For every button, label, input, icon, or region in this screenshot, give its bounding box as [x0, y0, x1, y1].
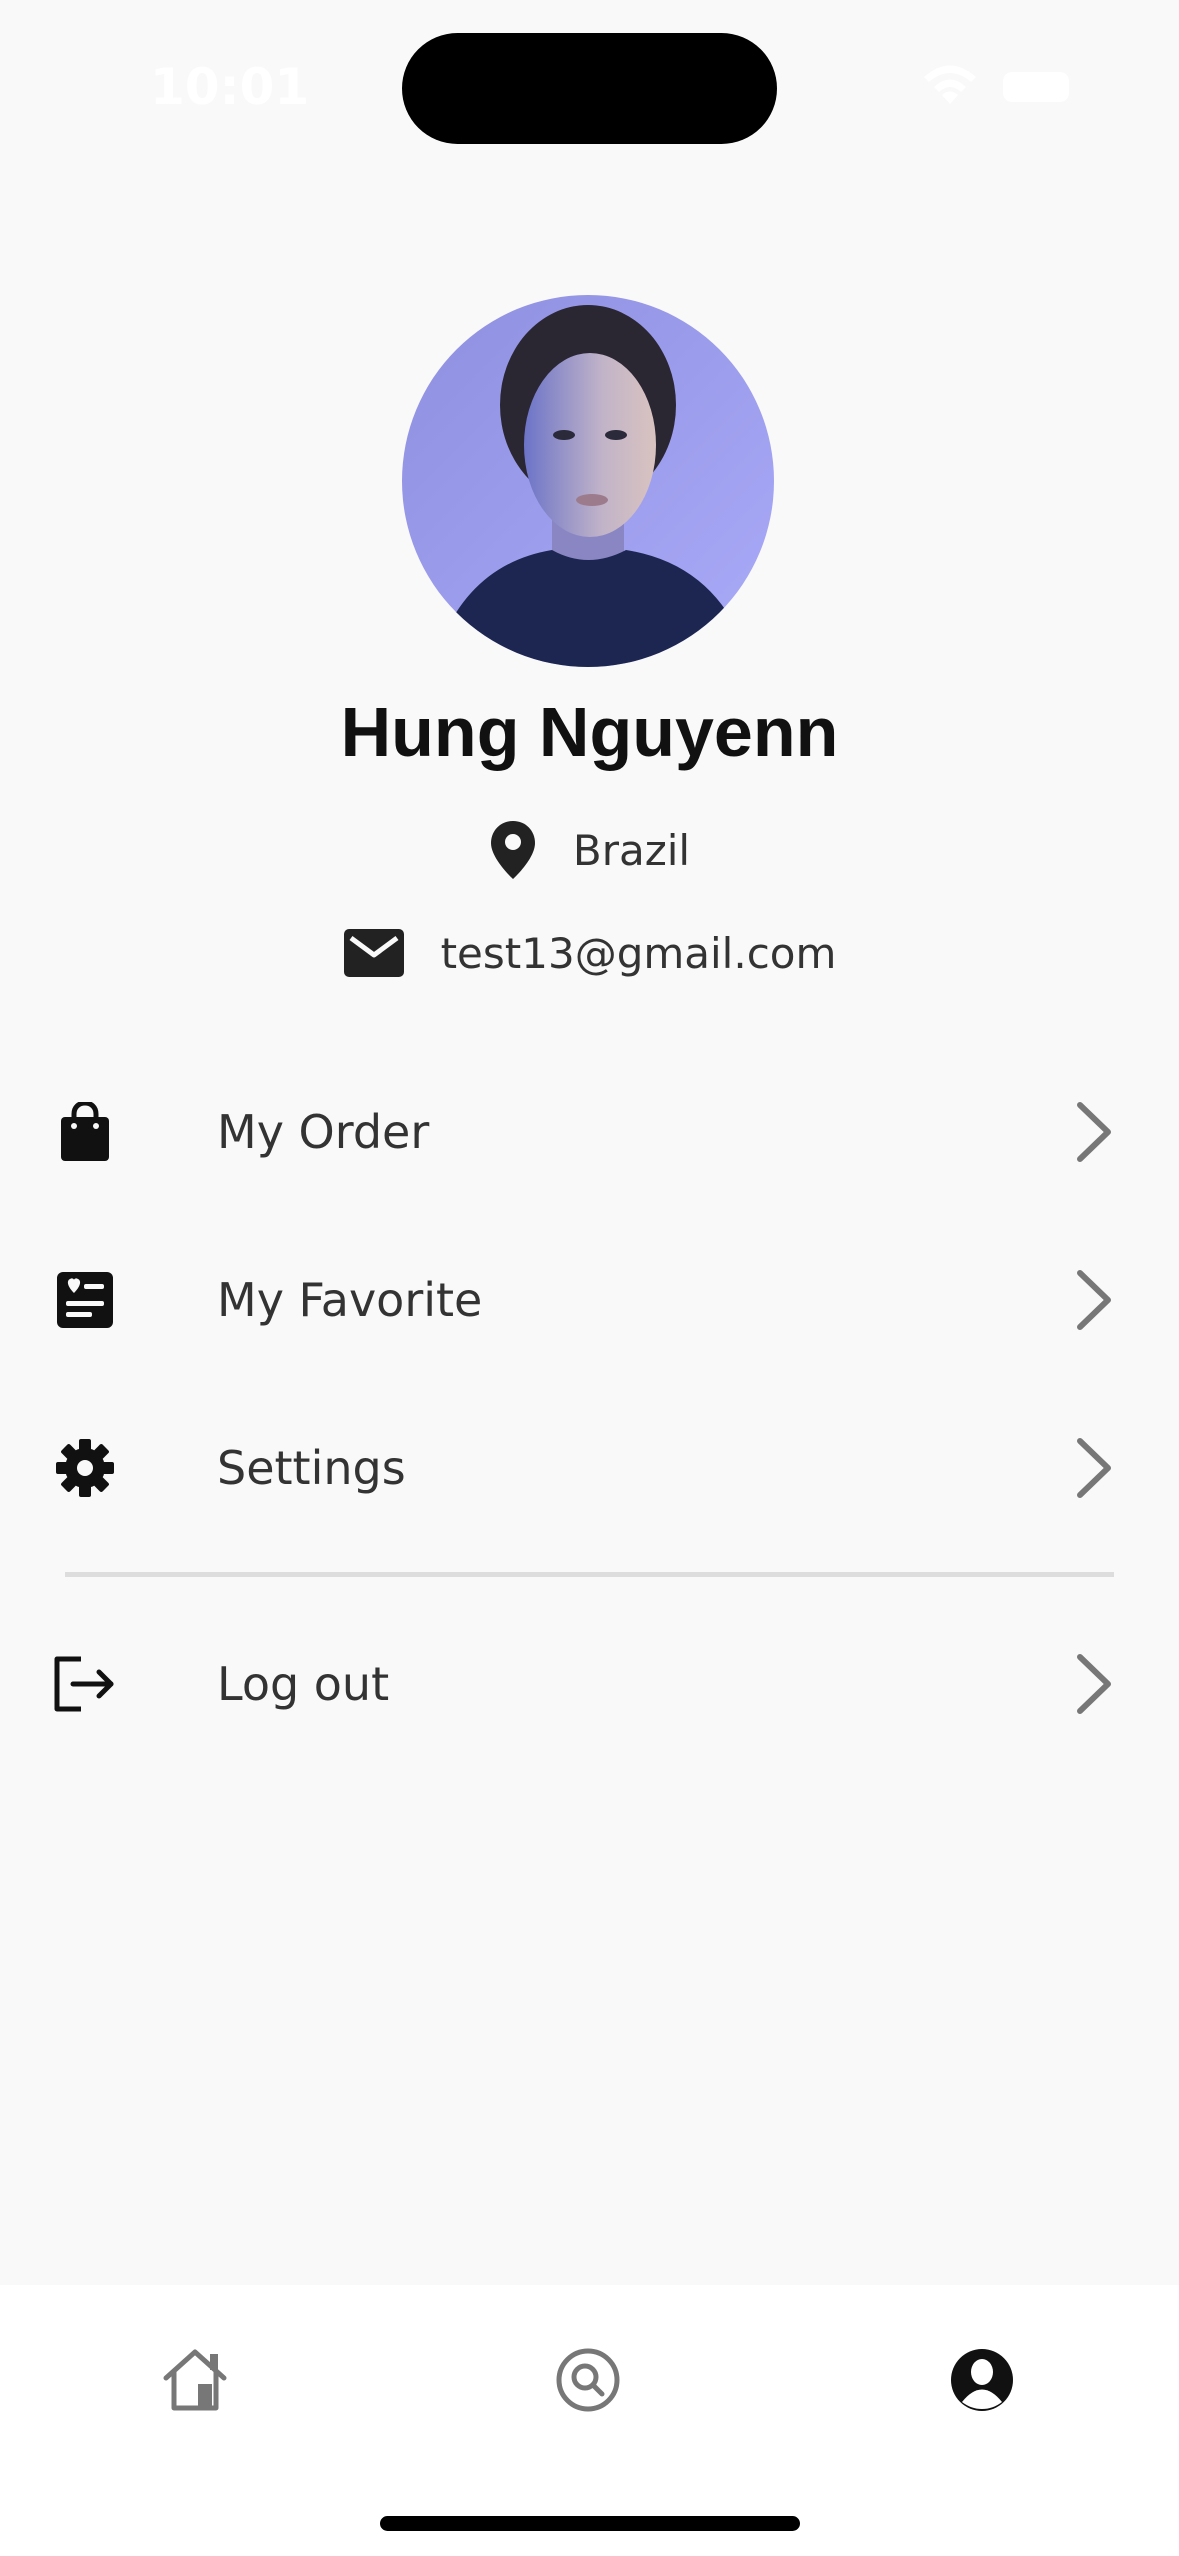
profile-icon [951, 2349, 1013, 2411]
chevron-right-icon [1077, 1438, 1111, 1498]
dynamic-island [402, 33, 777, 144]
tab-search[interactable] [548, 2340, 628, 2420]
shopping-bag-icon [50, 1097, 120, 1167]
menu-item-my-order[interactable]: My Order [0, 1062, 1179, 1202]
status-bar: 10:01 [0, 0, 1179, 170]
menu-label-settings: Settings [217, 1441, 406, 1495]
user-name: Hung Nguyenn [340, 693, 839, 771]
status-time: 10:01 [150, 58, 310, 116]
home-icon [163, 2349, 227, 2411]
chevron-right-icon [1077, 1270, 1111, 1330]
location-row: Brazil [0, 815, 1179, 885]
menu-label-logout: Log out [217, 1657, 390, 1711]
menu-item-settings[interactable]: Settings [0, 1398, 1179, 1538]
wifi-icon [924, 65, 976, 104]
tab-home[interactable] [155, 2340, 235, 2420]
logout-icon [50, 1649, 120, 1719]
email-row: test13@gmail.com [0, 918, 1179, 988]
location-text: Brazil [572, 825, 691, 875]
menu-divider [65, 1572, 1114, 1577]
tab-profile[interactable] [942, 2340, 1022, 2420]
chevron-right-icon [1077, 1654, 1111, 1714]
chevron-right-icon [1077, 1102, 1111, 1162]
mail-icon [343, 928, 405, 978]
menu-label-my-order: My Order [217, 1105, 430, 1159]
menu-item-my-favorite[interactable]: My Favorite [0, 1230, 1179, 1370]
home-indicator [380, 2516, 800, 2531]
gear-icon [50, 1433, 120, 1503]
avatar [402, 295, 774, 667]
menu-item-logout[interactable]: Log out [0, 1614, 1179, 1754]
battery-icon [1003, 72, 1069, 102]
location-pin-icon [489, 819, 537, 881]
favorite-list-icon [50, 1265, 120, 1335]
menu-label-my-favorite: My Favorite [217, 1273, 483, 1327]
search-icon [556, 2348, 620, 2412]
email-text: test13@gmail.com [440, 928, 837, 978]
